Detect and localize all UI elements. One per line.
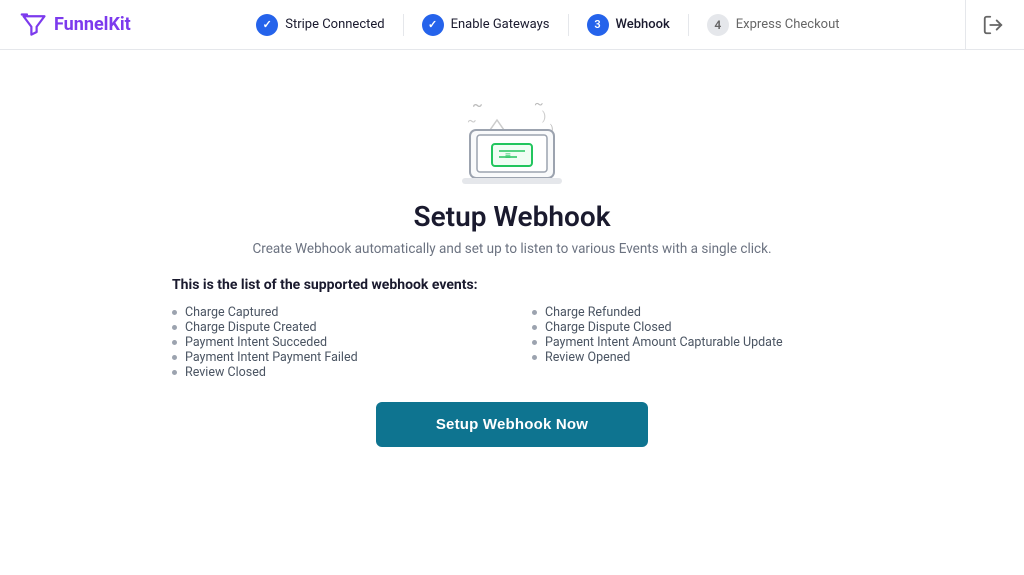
step-label-4: Express Checkout — [736, 17, 840, 32]
event-label: Charge Refunded — [545, 305, 641, 320]
step-stripe-connected[interactable]: ✓ Stripe Connected — [238, 14, 403, 36]
event-item: Review Closed — [172, 365, 492, 380]
event-item: Payment Intent Amount Capturable Update — [532, 335, 852, 350]
event-item: Charge Captured — [172, 305, 492, 320]
events-grid: Charge CapturedCharge Dispute CreatedPay… — [172, 305, 852, 380]
logo: FunnelKit — [20, 11, 131, 39]
step-enable-gateways[interactable]: ✓ Enable Gateways — [404, 14, 569, 36]
check-icon-2: ✓ — [428, 18, 437, 31]
svg-text:≡: ≡ — [505, 151, 511, 162]
event-item: Charge Dispute Created — [172, 320, 492, 335]
step-webhook[interactable]: 3 Webhook — [569, 14, 689, 36]
event-bullet — [172, 370, 177, 375]
page-title: Setup Webhook — [414, 200, 611, 233]
logo-text: FunnelKit — [54, 14, 131, 35]
step-circle-2: ✓ — [422, 14, 444, 36]
webhook-illustration: ~ ~ ~ ) ) ≡ — [442, 70, 582, 190]
svg-text:~: ~ — [472, 95, 483, 114]
main-content: ~ ~ ~ ) ) ≡ Setup Webhook Create Webhook… — [0, 50, 1024, 447]
events-left-column: Charge CapturedCharge Dispute CreatedPay… — [172, 305, 492, 380]
event-bullet — [532, 340, 537, 345]
event-label: Payment Intent Payment Failed — [185, 350, 358, 365]
event-label: Payment Intent Amount Capturable Update — [545, 335, 783, 350]
event-bullet — [172, 325, 177, 330]
check-icon-1: ✓ — [263, 18, 272, 31]
step-circle-3: 3 — [587, 14, 609, 36]
step-label-3: Webhook — [616, 17, 670, 32]
step-circle-1: ✓ — [256, 14, 278, 36]
event-label: Review Opened — [545, 350, 630, 365]
header: FunnelKit ✓ Stripe Connected ✓ Enable Ga… — [0, 0, 1024, 50]
event-item: Review Opened — [532, 350, 852, 365]
event-item: Charge Dispute Closed — [532, 320, 852, 335]
event-bullet — [172, 340, 177, 345]
events-container: This is the list of the supported webhoo… — [172, 277, 852, 380]
funnelkit-logo-icon — [20, 11, 48, 39]
event-label: Charge Dispute Closed — [545, 320, 672, 335]
event-bullet — [172, 310, 177, 315]
event-item: Payment Intent Succeded — [172, 335, 492, 350]
event-item: Payment Intent Payment Failed — [172, 350, 492, 365]
event-label: Charge Dispute Created — [185, 320, 317, 335]
steps-navigation: ✓ Stripe Connected ✓ Enable Gateways 3 W… — [238, 14, 857, 36]
event-label: Charge Captured — [185, 305, 278, 320]
event-bullet — [532, 355, 537, 360]
event-label: Review Closed — [185, 365, 266, 380]
exit-icon — [982, 14, 1004, 36]
setup-webhook-button[interactable]: Setup Webhook Now — [376, 402, 648, 447]
step-label-1: Stripe Connected — [285, 17, 384, 32]
event-bullet — [172, 355, 177, 360]
svg-text:~: ~ — [467, 113, 477, 129]
step-label-2: Enable Gateways — [451, 17, 550, 32]
header-exit[interactable] — [965, 0, 1004, 49]
step-circle-4: 4 — [707, 14, 729, 36]
svg-text:): ) — [542, 109, 546, 123]
event-item: Charge Refunded — [532, 305, 852, 320]
events-right-column: Charge RefundedCharge Dispute ClosedPaym… — [532, 305, 852, 380]
step-express-checkout[interactable]: 4 Express Checkout — [689, 14, 858, 36]
event-bullet — [532, 325, 537, 330]
event-label: Payment Intent Succeded — [185, 335, 327, 350]
events-title: This is the list of the supported webhoo… — [172, 277, 852, 293]
event-bullet — [532, 310, 537, 315]
page-subtitle: Create Webhook automatically and set up … — [252, 241, 771, 257]
